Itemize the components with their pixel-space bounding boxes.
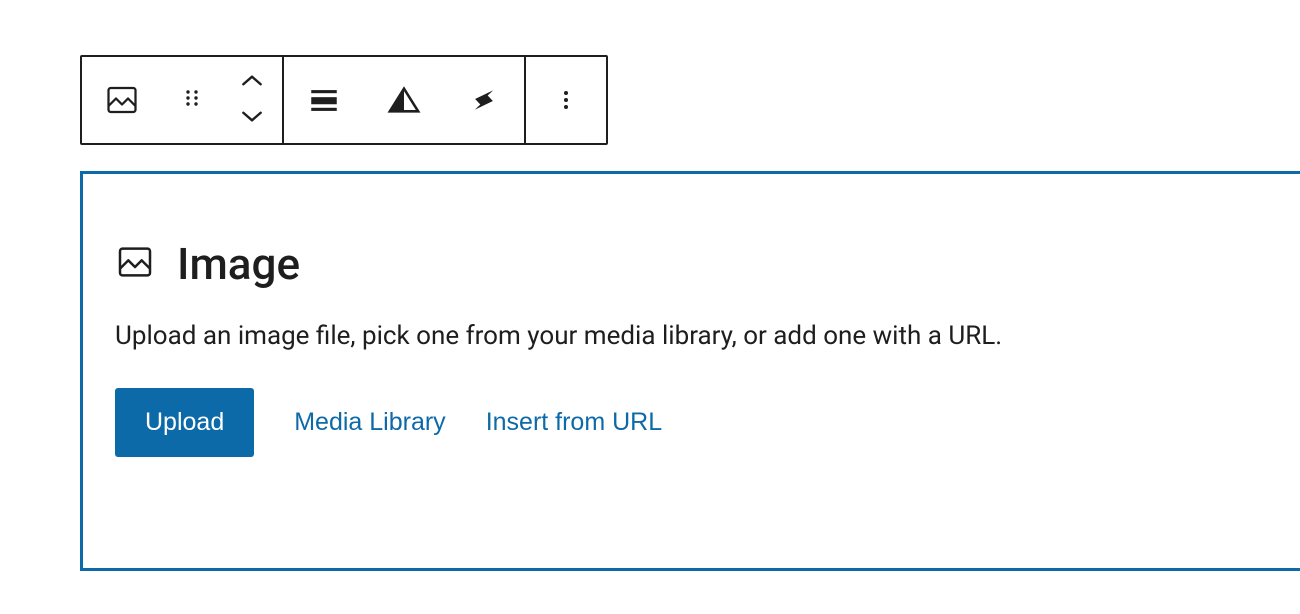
drag-handle-icon xyxy=(180,86,204,114)
placeholder-description: Upload an image file, pick one from your… xyxy=(115,318,1268,354)
toolbar-group-more xyxy=(526,57,606,143)
move-up-button[interactable] xyxy=(233,67,271,98)
more-options-icon xyxy=(554,86,578,114)
chevron-down-icon xyxy=(239,112,265,127)
toolbar-group-format xyxy=(284,57,526,143)
duotone-button[interactable] xyxy=(364,57,444,143)
block-mover xyxy=(222,67,282,133)
align-icon xyxy=(307,83,341,117)
image-icon xyxy=(115,242,155,286)
insert-from-url-button[interactable]: Insert from URL xyxy=(486,408,662,437)
image-icon xyxy=(104,82,140,118)
move-down-button[interactable] xyxy=(233,102,271,133)
chevron-up-icon xyxy=(239,77,265,92)
drag-handle[interactable] xyxy=(162,86,222,114)
more-options-button[interactable] xyxy=(526,57,606,143)
image-block-placeholder: Image Upload an image file, pick one fro… xyxy=(80,171,1300,571)
placeholder-header: Image xyxy=(115,238,1268,290)
block-toolbar xyxy=(80,55,608,145)
placeholder-title: Image xyxy=(177,238,300,290)
block-type-button[interactable] xyxy=(82,57,162,143)
toolbar-group-block xyxy=(82,57,284,143)
media-library-button[interactable]: Media Library xyxy=(294,408,445,437)
crop-button[interactable] xyxy=(444,57,524,143)
crop-icon xyxy=(467,83,501,117)
upload-button[interactable]: Upload xyxy=(115,388,254,457)
placeholder-actions: Upload Media Library Insert from URL xyxy=(115,388,1268,457)
duotone-icon xyxy=(387,83,421,117)
align-button[interactable] xyxy=(284,57,364,143)
